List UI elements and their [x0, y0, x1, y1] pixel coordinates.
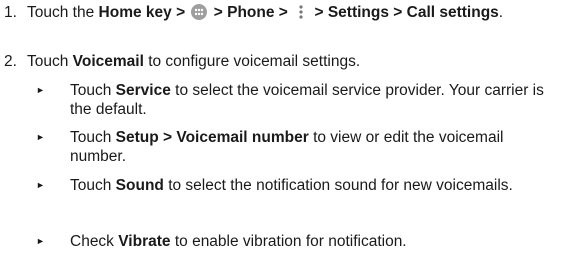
text-run: Touch [27, 53, 73, 70]
more-options-icon [298, 4, 304, 20]
text-run: to configure voicemail settings. [143, 53, 361, 70]
step-2: 2. Touch Voicemail to configure voicemai… [0, 52, 560, 71]
apps-grid-icon [191, 4, 208, 20]
text-run: > Phone > [209, 4, 293, 21]
bullet-text: Touch Sound to select the notification s… [70, 176, 560, 195]
text-run: Touch [70, 129, 116, 146]
bold-term: Setup > Voicemail number [115, 129, 309, 146]
text-run: . [498, 4, 504, 21]
home-key-label: Home [98, 4, 142, 21]
step-number: 2. [4, 53, 17, 70]
bullet-item-sound: ► Touch Sound to select the notification… [0, 176, 560, 195]
step-text: Touch Voicemail to configure voicemail s… [27, 52, 560, 71]
bullet-text: Touch Setup > Voicemail number to view o… [70, 128, 560, 166]
bullet-marker-icon: ► [36, 236, 45, 246]
text-run: to select the notification sound for new… [163, 177, 513, 194]
text-run: Touch [70, 82, 116, 99]
bold-term: Sound [115, 177, 164, 194]
text-run: > Settings > Call settings [310, 4, 499, 21]
step-text: Touch the Home key > > Phone > > Setting… [27, 3, 560, 22]
instructions-document: 1. Touch the Home key > > Phone > > Sett… [0, 0, 567, 270]
text-run: Touch [70, 177, 116, 194]
bullet-item-service: ► Touch Service to select the voicemail … [0, 81, 560, 119]
text-run: Touch the [27, 4, 99, 21]
bullet-marker-icon: ► [36, 85, 45, 95]
bullet-item-setup: ► Touch Setup > Voicemail number to view… [0, 128, 560, 166]
bullet-text: Check Vibrate to enable vibration for no… [70, 232, 560, 251]
text-run: Check [70, 233, 119, 250]
bullet-marker-icon: ► [36, 132, 45, 142]
bullet-text: Touch Service to select the voicemail se… [70, 81, 560, 119]
step-1: 1. Touch the Home key > > Phone > > Sett… [0, 3, 560, 22]
voicemail-label: Voicemail [72, 53, 144, 70]
step-number: 1. [4, 4, 17, 21]
bold-term: Vibrate [118, 233, 171, 250]
bullet-marker-icon: ► [36, 180, 45, 190]
bullet-item-vibrate: ► Check Vibrate to enable vibration for … [0, 232, 560, 251]
text-run: key > [141, 4, 190, 21]
bold-term: Service [115, 82, 171, 99]
text-run: to enable vibration for notification. [170, 233, 407, 250]
